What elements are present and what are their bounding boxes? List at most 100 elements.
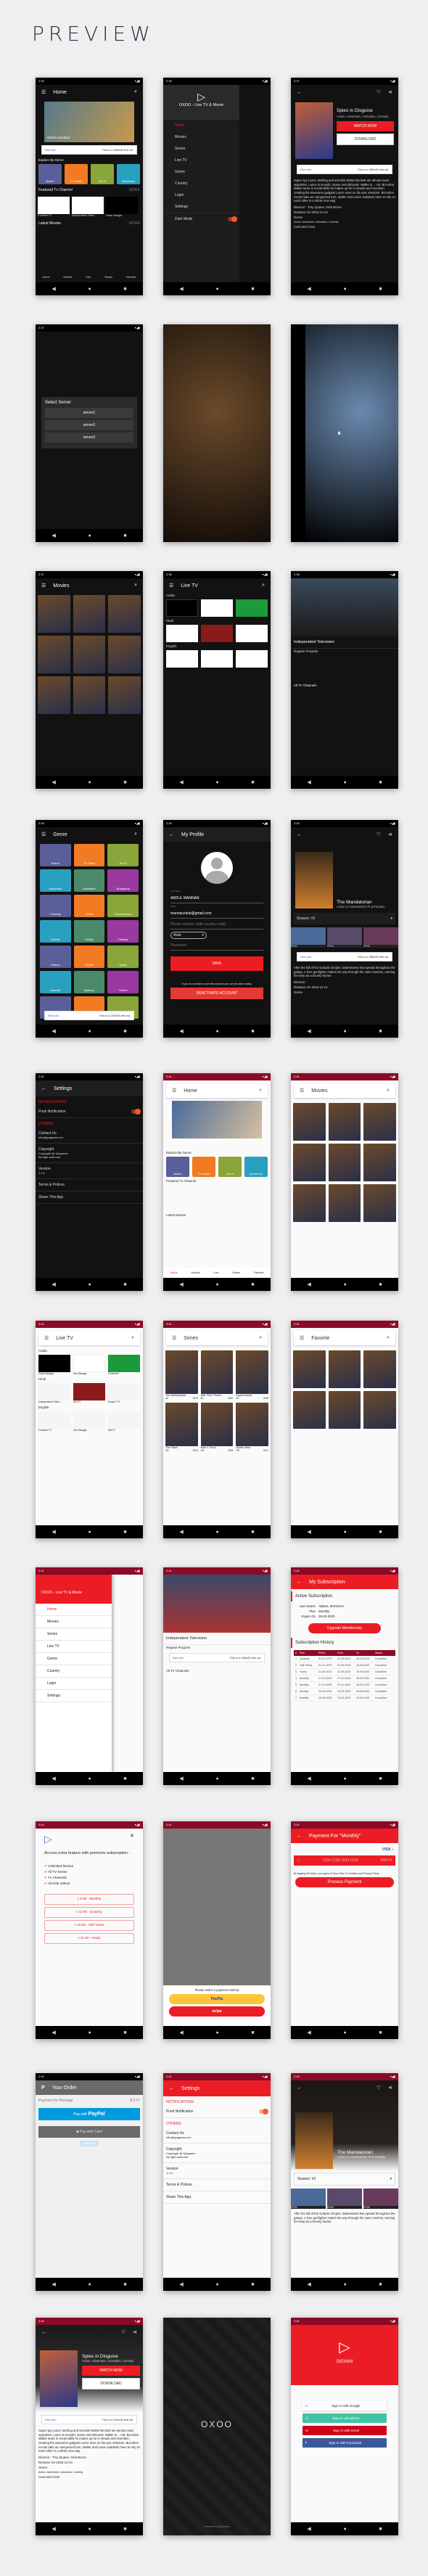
recents-icon[interactable]: ■	[123, 780, 126, 785]
back-icon[interactable]: ◀	[52, 1776, 55, 1781]
play-pause-icon[interactable]: ⏸	[337, 430, 341, 438]
home-icon[interactable]: ●	[88, 2527, 91, 2532]
channel-card[interactable]	[166, 650, 198, 668]
video-frame[interactable]	[163, 1575, 271, 1633]
back-arrow-icon[interactable]: ←	[41, 2330, 46, 2335]
recents-icon[interactable]: ■	[379, 1282, 382, 1287]
channel-card[interactable]	[236, 599, 268, 617]
menu-icon[interactable]: ☰	[41, 89, 46, 95]
recents-icon[interactable]: ■	[379, 2030, 382, 2035]
movie-card[interactable]	[73, 636, 106, 673]
home-icon[interactable]: ●	[215, 1776, 218, 1781]
movie-card[interactable]	[293, 1103, 326, 1141]
channel-card[interactable]: Channel I	[108, 1355, 140, 1375]
menu-icon[interactable]: ☰	[300, 1335, 304, 1341]
drawer-item-login[interactable]: Login	[163, 189, 239, 201]
channel-card[interactable]	[201, 650, 233, 668]
back-icon[interactable]: ◀	[52, 286, 55, 292]
home-icon[interactable]: ●	[88, 533, 91, 538]
watch-now-button[interactable]: WATCH NOW	[82, 2366, 140, 2376]
facebook-signin-button[interactable]: f Sign in with Facebook	[303, 2438, 387, 2448]
back-icon[interactable]: ◀	[179, 2281, 183, 2287]
video-frame[interactable]	[305, 324, 398, 542]
bottom-nav-series[interactable]: Series	[232, 1271, 240, 1274]
back-icon[interactable]: ◀	[179, 1028, 183, 1034]
recents-icon[interactable]: ■	[123, 287, 126, 292]
back-icon[interactable]: ◀	[307, 779, 310, 785]
home-icon[interactable]: ●	[343, 1776, 346, 1781]
series-card[interactable]: Supernatural 4K 2005	[236, 1350, 268, 1400]
home-icon[interactable]: ●	[88, 1776, 91, 1781]
drawer-item-country[interactable]: Country	[36, 1665, 112, 1678]
bottom-nav-favorite[interactable]: Favorite	[126, 276, 136, 279]
back-icon[interactable]: ◀	[179, 779, 183, 785]
genre-tile[interactable]: Fantasy	[107, 920, 139, 943]
drawer-item-live-tv[interactable]: Live TV	[163, 155, 239, 166]
terms-row[interactable]: Terms & Polices	[36, 1179, 143, 1191]
bottom-nav-favorite[interactable]: Favorite	[254, 1271, 264, 1274]
ad-banner[interactable]: Nice job! This is a 320x50 test ad.	[44, 1011, 134, 1020]
download-button[interactable]: DOWNLOAD	[337, 134, 394, 145]
close-icon[interactable]: ✕	[130, 1833, 134, 1845]
search-icon[interactable]: ⌕	[134, 583, 137, 588]
movie-card[interactable]	[328, 1144, 361, 1181]
channel-card[interactable]: Gaan Bangla	[38, 1355, 70, 1375]
heart-icon[interactable]: ♡	[376, 832, 381, 837]
channel-card[interactable]: Gaan Bangla	[106, 197, 138, 217]
server-option[interactable]: server2	[45, 420, 133, 430]
back-icon[interactable]: ◀	[52, 2030, 55, 2035]
recents-icon[interactable]: ■	[379, 2282, 382, 2287]
google-signin-button[interactable]: G Sign in with Google	[303, 2401, 387, 2411]
bottom-nav-movies[interactable]: Movies	[191, 1271, 199, 1274]
home-icon[interactable]: ●	[215, 780, 218, 785]
bottom-nav-live[interactable]: Live	[86, 276, 91, 279]
recents-icon[interactable]: ■	[123, 1029, 126, 1034]
search-icon[interactable]: ⌕	[259, 1335, 262, 1341]
search-icon[interactable]: ⌕	[387, 1335, 390, 1341]
recents-icon[interactable]: ■	[123, 533, 126, 538]
drawer-item-genre[interactable]: Genre	[36, 1653, 112, 1665]
recents-icon[interactable]: ■	[251, 1530, 254, 1535]
back-arrow-icon[interactable]: ←	[169, 832, 174, 837]
plan-option[interactable]: ৳ 31.99 - Yearly	[44, 1932, 134, 1944]
recents-icon[interactable]: ■	[251, 2282, 254, 2287]
back-icon[interactable]: ◀	[307, 286, 310, 292]
movie-card[interactable]	[73, 595, 106, 633]
phone-signin-button[interactable]: ✆ Sign in with phone	[303, 2413, 387, 2423]
search-icon[interactable]: ⌕	[387, 1088, 390, 1094]
home-icon[interactable]: ●	[88, 780, 91, 785]
menu-icon[interactable]: ☰	[172, 1088, 176, 1094]
back-icon[interactable]: ◀	[179, 1529, 183, 1535]
genre-tile[interactable]: TV Show	[73, 844, 105, 866]
home-icon[interactable]: ●	[343, 780, 346, 785]
dark-mode-toggle[interactable]	[228, 216, 237, 222]
back-icon[interactable]: ◀	[179, 286, 183, 292]
recents-icon[interactable]: ■	[251, 287, 254, 292]
email-field[interactable]: mannanzinat@gmail.com	[170, 909, 263, 919]
watch-now-button[interactable]: WATCH NOW	[337, 121, 394, 131]
menu-icon[interactable]: ☰	[41, 583, 46, 588]
episode-card[interactable]: EP#4	[327, 927, 362, 948]
search-icon[interactable]: ⌕	[131, 1335, 134, 1341]
plan-option[interactable]: ৳ 19.99 - Half Yearly	[44, 1919, 134, 1931]
more-link[interactable]: MORE	[129, 221, 140, 226]
genre-tile[interactable]: History	[40, 946, 71, 968]
push-toggle[interactable]	[259, 2109, 268, 2114]
favorite-card[interactable]	[328, 1391, 361, 1429]
home-icon[interactable]: ●	[88, 1029, 91, 1034]
drawer-item-movies[interactable]: Movies	[36, 1616, 112, 1628]
recents-icon[interactable]: ■	[379, 2527, 382, 2532]
recents-icon[interactable]: ■	[123, 1530, 126, 1535]
back-icon[interactable]: ◀	[52, 2281, 55, 2287]
recents-icon[interactable]: ■	[379, 287, 382, 292]
menu-icon[interactable]: ☰	[44, 1335, 49, 1341]
home-icon[interactable]: ●	[343, 1282, 346, 1287]
back-icon[interactable]: ◀	[52, 779, 55, 785]
home-icon[interactable]: ●	[88, 2030, 91, 2035]
recents-icon[interactable]: ■	[251, 1282, 254, 1287]
recents-icon[interactable]: ■	[251, 1029, 254, 1034]
back-icon[interactable]: ◀	[307, 2526, 310, 2532]
favorite-card[interactable]	[328, 1350, 361, 1388]
contact-row[interactable]: Contact Us info@spagreen.net	[163, 2128, 271, 2144]
back-arrow-icon[interactable]: ←	[297, 90, 302, 95]
